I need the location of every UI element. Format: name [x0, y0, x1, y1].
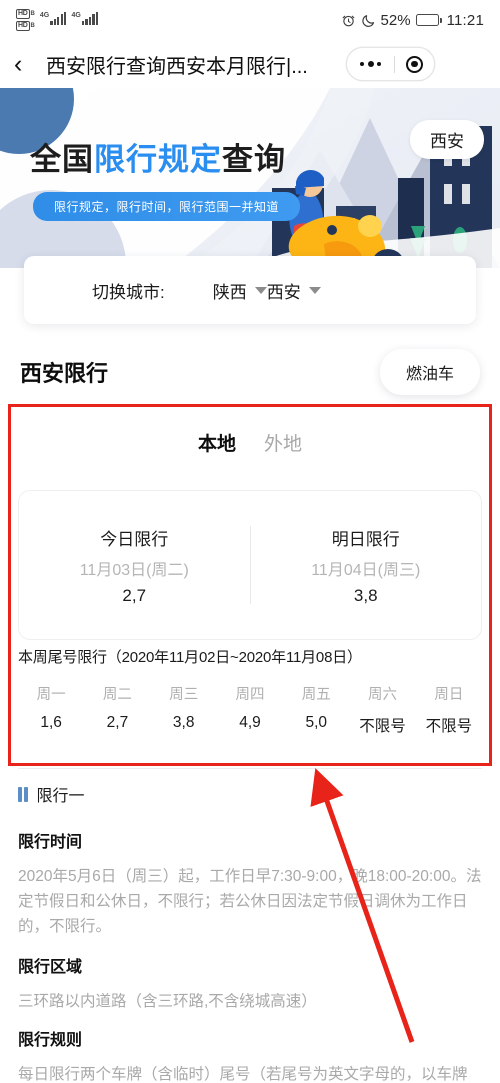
detail-heading-area: 限行区域: [18, 959, 83, 977]
week-column: 周四 4,9: [217, 683, 283, 736]
back-button[interactable]: ‹: [14, 51, 40, 77]
today-date: 11月03日(周二): [79, 561, 189, 579]
battery-percentage-label: 52%: [380, 11, 411, 29]
weekly-restriction-table: 本周尾号限行（2020年11月02日~2020年11月08日） 周一 1,6 周…: [18, 646, 482, 736]
week-day-header: 周日: [434, 687, 464, 703]
page-title: 西安限行查询西安本月限行|...: [46, 55, 308, 78]
detail-body-rule: 每日限行两个车牌（含临时）尾号（若尾号为英文字母的，以车牌最后一位数字为准）的机…: [18, 1066, 468, 1083]
chevron-down-icon: [308, 286, 321, 294]
tomorrow-label: 明日限行: [331, 529, 400, 549]
tomorrow-restriction: 明日限行 11月04日(周三) 3,8: [251, 491, 482, 639]
week-day-value: 不限号: [425, 718, 473, 735]
week-day-value: 2,7: [106, 714, 129, 731]
status-bar: HD B HD B 4G 4G 52% 11:21: [0, 0, 500, 40]
rule-group-label: 限行一: [36, 788, 85, 805]
signal-indicator-sim1: 4G: [40, 12, 67, 25]
vehicle-type-button[interactable]: 燃油车: [379, 349, 480, 395]
banner-title-accent: 限行规定: [94, 142, 222, 177]
clock-label: 11:21: [446, 11, 484, 29]
week-column: 周六 不限号: [349, 683, 415, 736]
battery-icon: [415, 14, 442, 26]
restriction-details: 限行一 限行时间 2020年5月6日（周三）起，工作日早7:30-9:00，晚1…: [18, 782, 482, 1083]
weekly-table-grid: 周一 1,6 周二 2,7 周三 3,8 周四 4,9 周五 5,0 周六 不限…: [18, 683, 482, 736]
week-day-value: 1,6: [40, 714, 62, 731]
detail-heading-time: 限行时间: [18, 834, 83, 851]
hd-indicator-sim1: HD B: [16, 9, 35, 19]
hd-badge-label: HD: [16, 9, 30, 19]
today-restriction: 今日限行 11月03日(周二) 2,7: [19, 491, 250, 639]
weekly-table-title: 本周尾号限行（2020年11月02日~2020年11月08日）: [18, 649, 362, 666]
week-day-value: 4,9: [239, 714, 261, 731]
week-column: 周三 3,8: [151, 683, 217, 736]
week-day-value: 3,8: [172, 714, 195, 731]
city-switch-card: 切换城市: 陕西 西安: [24, 256, 476, 324]
banner-title-suffix: 查询: [222, 142, 286, 177]
province-selector-value: 陕西: [212, 282, 247, 302]
hd-indicator-sim2: HD B: [16, 21, 35, 31]
target-circle-icon[interactable]: [395, 55, 434, 73]
more-dots-icon[interactable]: [347, 61, 394, 67]
week-column: 周日 不限号: [416, 683, 482, 736]
week-day-value: 5,0: [305, 714, 328, 731]
week-column: 周二 2,7: [84, 683, 150, 736]
banner-title-prefix: 全国: [30, 142, 94, 177]
navigation-bar: ‹ 西安限行查询西安本月限行|...: [0, 40, 500, 88]
tomorrow-numbers: 3,8: [353, 585, 378, 605]
week-day-value: 不限号: [359, 718, 406, 735]
province-selector[interactable]: 陕西: [213, 278, 267, 303]
week-day-header: 周三: [169, 687, 199, 703]
hd-sub-label: B: [30, 11, 35, 17]
week-column: 周一 1,6: [18, 683, 84, 736]
city-selector-value: 西安: [266, 282, 301, 302]
detail-heading-rule: 限行规则: [18, 1032, 83, 1050]
chevron-down-icon: [254, 286, 267, 294]
week-day-header: 周四: [235, 687, 265, 703]
today-label: 今日限行: [100, 529, 169, 549]
signal-indicator-sim2: 4G: [71, 12, 99, 25]
rule-group-header: 限行一: [18, 782, 482, 806]
dual-sim-hd-indicators: HD B HD B: [16, 9, 35, 31]
banner-city-badge[interactable]: 西安: [410, 120, 484, 159]
city-selector[interactable]: 西安: [267, 278, 321, 303]
tomorrow-date: 11月04日(周三): [311, 561, 421, 579]
week-day-header: 周一: [36, 687, 66, 703]
signal-bars-icon-2: [81, 12, 99, 25]
signal-bars-icon-1: [50, 12, 67, 25]
hd-sub-label-2: B: [30, 23, 35, 29]
week-column: 周五 5,0: [283, 683, 349, 736]
hd-badge-label-2: HD: [16, 21, 30, 31]
week-day-header: 周二: [102, 687, 132, 703]
section-header: 西安限行 燃油车: [0, 344, 500, 400]
banner-title: 全国限行规定查询: [30, 134, 286, 179]
status-bar-right: 52% 11:21: [341, 12, 484, 29]
local-nonlocal-tabs: 本地 外地: [0, 418, 500, 466]
status-bar-left: HD B HD B 4G 4G: [16, 9, 99, 31]
crescent-moon-icon: [361, 14, 374, 27]
today-tomorrow-card: 今日限行 11月03日(周二) 2,7 明日限行 11月04日(周三) 3,8: [18, 490, 482, 640]
alarm-clock-icon: [342, 15, 354, 26]
week-day-header: 周六: [368, 687, 398, 703]
city-switch-label: 切换城市:: [92, 282, 165, 302]
double-bar-icon: [18, 786, 28, 802]
network-type-label-1: 4G: [39, 12, 50, 19]
hero-banner: 全国限行规定查询 限行规定，限行时间，限行范围一并知道 西安: [0, 88, 500, 268]
mini-program-capsule: [346, 47, 435, 81]
detail-body-time: 2020年5月6日（周三）起，工作日早7:30-9:00，晚18:00-20:0…: [18, 868, 482, 936]
section-title: 西安限行: [20, 361, 109, 386]
tab-nonlocal[interactable]: 外地: [264, 429, 302, 456]
tab-local[interactable]: 本地: [198, 429, 236, 456]
today-numbers: 2,7: [122, 585, 147, 605]
section-divider: [18, 768, 482, 769]
detail-body-area: 三环路以内道路（含三环路,不含绕城高速）: [18, 993, 317, 1011]
network-type-label-2: 4G: [71, 12, 81, 19]
phone-screen: HD B HD B 4G 4G 52% 11:21 ‹ 西安限行查询西安本月限行…: [0, 0, 500, 1083]
banner-subtitle-pill: 限行规定，限行时间，限行范围一并知道: [33, 192, 301, 221]
week-day-header: 周五: [301, 687, 331, 703]
